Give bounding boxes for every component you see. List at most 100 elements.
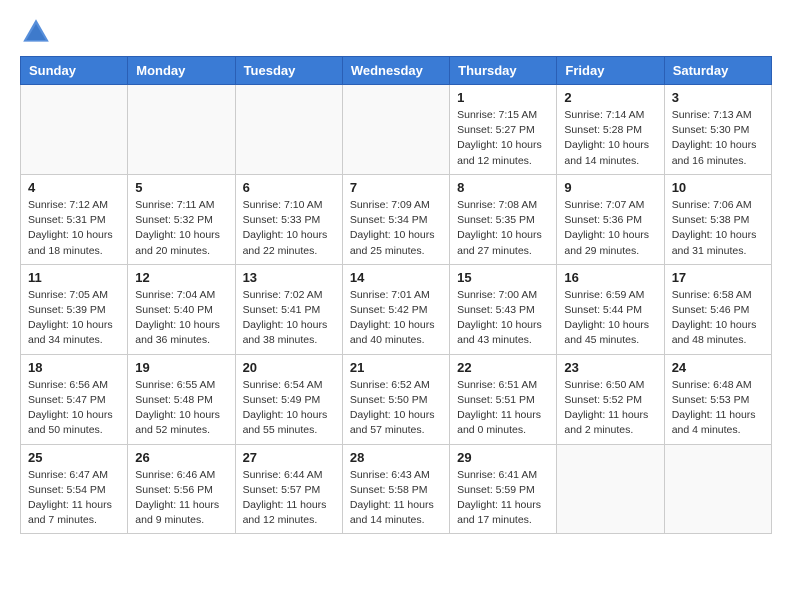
day-info: Sunrise: 6:56 AM Sunset: 5:47 PM Dayligh…: [28, 378, 120, 439]
calendar-cell: 9 Sunrise: 7:07 AM Sunset: 5:36 PM Daylig…: [557, 174, 664, 264]
header: [20, 16, 772, 48]
day-number: 17: [672, 270, 764, 285]
day-number: 29: [457, 450, 549, 465]
day-number: 6: [243, 180, 335, 195]
day-info: Sunrise: 7:09 AM Sunset: 5:34 PM Dayligh…: [350, 198, 442, 259]
day-number: 19: [135, 360, 227, 375]
calendar-week-row: 25 Sunrise: 6:47 AM Sunset: 5:54 PM Dayli…: [21, 444, 772, 534]
day-info: Sunrise: 6:41 AM Sunset: 5:59 PM Dayligh…: [457, 468, 549, 529]
calendar-cell: [342, 85, 449, 175]
calendar-cell: [557, 444, 664, 534]
calendar-cell: 23 Sunrise: 6:50 AM Sunset: 5:52 PM Dayli…: [557, 354, 664, 444]
calendar-cell: 11Sunrise: 7:05 AM Sunset: 5:39 PM Dayli…: [21, 264, 128, 354]
calendar-week-row: 11Sunrise: 7:05 AM Sunset: 5:39 PM Dayli…: [21, 264, 772, 354]
day-info: Sunrise: 6:50 AM Sunset: 5:52 PM Dayligh…: [564, 378, 656, 439]
day-number: 15: [457, 270, 549, 285]
day-number: 4: [28, 180, 120, 195]
calendar-cell: 16 Sunrise: 6:59 AM Sunset: 5:44 PM Dayli…: [557, 264, 664, 354]
calendar-week-row: 18 Sunrise: 6:56 AM Sunset: 5:47 PM Dayli…: [21, 354, 772, 444]
day-number: 28: [350, 450, 442, 465]
calendar-cell: 10Sunrise: 7:06 AM Sunset: 5:38 PM Dayli…: [664, 174, 771, 264]
day-info: Sunrise: 6:46 AM Sunset: 5:56 PM Dayligh…: [135, 468, 227, 529]
day-number: 16: [564, 270, 656, 285]
day-number: 21: [350, 360, 442, 375]
day-info: Sunrise: 7:13 AM Sunset: 5:30 PM Dayligh…: [672, 108, 764, 169]
day-number: 3: [672, 90, 764, 105]
day-number: 20: [243, 360, 335, 375]
calendar-cell: 21Sunrise: 6:52 AM Sunset: 5:50 PM Dayli…: [342, 354, 449, 444]
calendar-cell: 19 Sunrise: 6:55 AM Sunset: 5:48 PM Dayli…: [128, 354, 235, 444]
day-info: Sunrise: 7:12 AM Sunset: 5:31 PM Dayligh…: [28, 198, 120, 259]
calendar-header-row: SundayMondayTuesdayWednesdayThursdayFrid…: [21, 57, 772, 85]
calendar-week-row: 4 Sunrise: 7:12 AM Sunset: 5:31 PM Daylig…: [21, 174, 772, 264]
calendar-cell: 20Sunrise: 6:54 AM Sunset: 5:49 PM Dayli…: [235, 354, 342, 444]
calendar-header-friday: Friday: [557, 57, 664, 85]
day-number: 24: [672, 360, 764, 375]
calendar-cell: 8 Sunrise: 7:08 AM Sunset: 5:35 PM Daylig…: [450, 174, 557, 264]
day-info: Sunrise: 7:04 AM Sunset: 5:40 PM Dayligh…: [135, 288, 227, 349]
day-number: 26: [135, 450, 227, 465]
calendar-cell: 6 Sunrise: 7:10 AM Sunset: 5:33 PM Daylig…: [235, 174, 342, 264]
day-info: Sunrise: 6:51 AM Sunset: 5:51 PM Dayligh…: [457, 378, 549, 439]
calendar-week-row: 1 Sunrise: 7:15 AM Sunset: 5:27 PM Daylig…: [21, 85, 772, 175]
day-info: Sunrise: 6:59 AM Sunset: 5:44 PM Dayligh…: [564, 288, 656, 349]
calendar-header-sunday: Sunday: [21, 57, 128, 85]
day-info: Sunrise: 7:01 AM Sunset: 5:42 PM Dayligh…: [350, 288, 442, 349]
day-info: Sunrise: 7:08 AM Sunset: 5:35 PM Dayligh…: [457, 198, 549, 259]
calendar-table: SundayMondayTuesdayWednesdayThursdayFrid…: [20, 56, 772, 534]
day-info: Sunrise: 6:58 AM Sunset: 5:46 PM Dayligh…: [672, 288, 764, 349]
day-number: 22: [457, 360, 549, 375]
day-number: 8: [457, 180, 549, 195]
calendar-cell: 26 Sunrise: 6:46 AM Sunset: 5:56 PM Dayli…: [128, 444, 235, 534]
day-info: Sunrise: 7:02 AM Sunset: 5:41 PM Dayligh…: [243, 288, 335, 349]
calendar-cell: 18 Sunrise: 6:56 AM Sunset: 5:47 PM Dayli…: [21, 354, 128, 444]
day-info: Sunrise: 6:47 AM Sunset: 5:54 PM Dayligh…: [28, 468, 120, 529]
day-info: Sunrise: 7:05 AM Sunset: 5:39 PM Dayligh…: [28, 288, 120, 349]
day-info: Sunrise: 7:07 AM Sunset: 5:36 PM Dayligh…: [564, 198, 656, 259]
calendar-header-saturday: Saturday: [664, 57, 771, 85]
calendar-cell: 3 Sunrise: 7:13 AM Sunset: 5:30 PM Daylig…: [664, 85, 771, 175]
day-number: 13: [243, 270, 335, 285]
day-number: 9: [564, 180, 656, 195]
logo-icon: [20, 16, 52, 48]
calendar-cell: 5 Sunrise: 7:11 AM Sunset: 5:32 PM Daylig…: [128, 174, 235, 264]
calendar-cell: 17 Sunrise: 6:58 AM Sunset: 5:46 PM Dayli…: [664, 264, 771, 354]
calendar-cell: 14 Sunrise: 7:01 AM Sunset: 5:42 PM Dayli…: [342, 264, 449, 354]
day-info: Sunrise: 6:48 AM Sunset: 5:53 PM Dayligh…: [672, 378, 764, 439]
day-info: Sunrise: 7:06 AM Sunset: 5:38 PM Dayligh…: [672, 198, 764, 259]
calendar-cell: 24 Sunrise: 6:48 AM Sunset: 5:53 PM Dayli…: [664, 354, 771, 444]
day-info: Sunrise: 6:43 AM Sunset: 5:58 PM Dayligh…: [350, 468, 442, 529]
day-number: 1: [457, 90, 549, 105]
calendar-header-tuesday: Tuesday: [235, 57, 342, 85]
day-number: 7: [350, 180, 442, 195]
day-number: 5: [135, 180, 227, 195]
calendar-header-monday: Monday: [128, 57, 235, 85]
day-number: 18: [28, 360, 120, 375]
day-info: Sunrise: 7:15 AM Sunset: 5:27 PM Dayligh…: [457, 108, 549, 169]
day-number: 12: [135, 270, 227, 285]
day-info: Sunrise: 6:55 AM Sunset: 5:48 PM Dayligh…: [135, 378, 227, 439]
day-info: Sunrise: 7:11 AM Sunset: 5:32 PM Dayligh…: [135, 198, 227, 259]
day-info: Sunrise: 7:10 AM Sunset: 5:33 PM Dayligh…: [243, 198, 335, 259]
calendar-cell: 1 Sunrise: 7:15 AM Sunset: 5:27 PM Daylig…: [450, 85, 557, 175]
calendar-cell: 13 Sunrise: 7:02 AM Sunset: 5:41 PM Dayli…: [235, 264, 342, 354]
calendar-cell: [664, 444, 771, 534]
day-number: 27: [243, 450, 335, 465]
calendar-cell: 4 Sunrise: 7:12 AM Sunset: 5:31 PM Daylig…: [21, 174, 128, 264]
calendar-cell: 12 Sunrise: 7:04 AM Sunset: 5:40 PM Dayli…: [128, 264, 235, 354]
day-number: 2: [564, 90, 656, 105]
calendar-cell: [235, 85, 342, 175]
calendar-cell: [21, 85, 128, 175]
calendar-cell: 22 Sunrise: 6:51 AM Sunset: 5:51 PM Dayli…: [450, 354, 557, 444]
day-number: 14: [350, 270, 442, 285]
day-info: Sunrise: 6:44 AM Sunset: 5:57 PM Dayligh…: [243, 468, 335, 529]
day-number: 25: [28, 450, 120, 465]
calendar-cell: 29 Sunrise: 6:41 AM Sunset: 5:59 PM Dayli…: [450, 444, 557, 534]
calendar-cell: 2Sunrise: 7:14 AM Sunset: 5:28 PM Daylig…: [557, 85, 664, 175]
calendar-header-thursday: Thursday: [450, 57, 557, 85]
calendar-cell: 28 Sunrise: 6:43 AM Sunset: 5:58 PM Dayli…: [342, 444, 449, 534]
day-number: 23: [564, 360, 656, 375]
calendar-cell: 7 Sunrise: 7:09 AM Sunset: 5:34 PM Daylig…: [342, 174, 449, 264]
calendar-cell: [128, 85, 235, 175]
calendar-cell: 25 Sunrise: 6:47 AM Sunset: 5:54 PM Dayli…: [21, 444, 128, 534]
